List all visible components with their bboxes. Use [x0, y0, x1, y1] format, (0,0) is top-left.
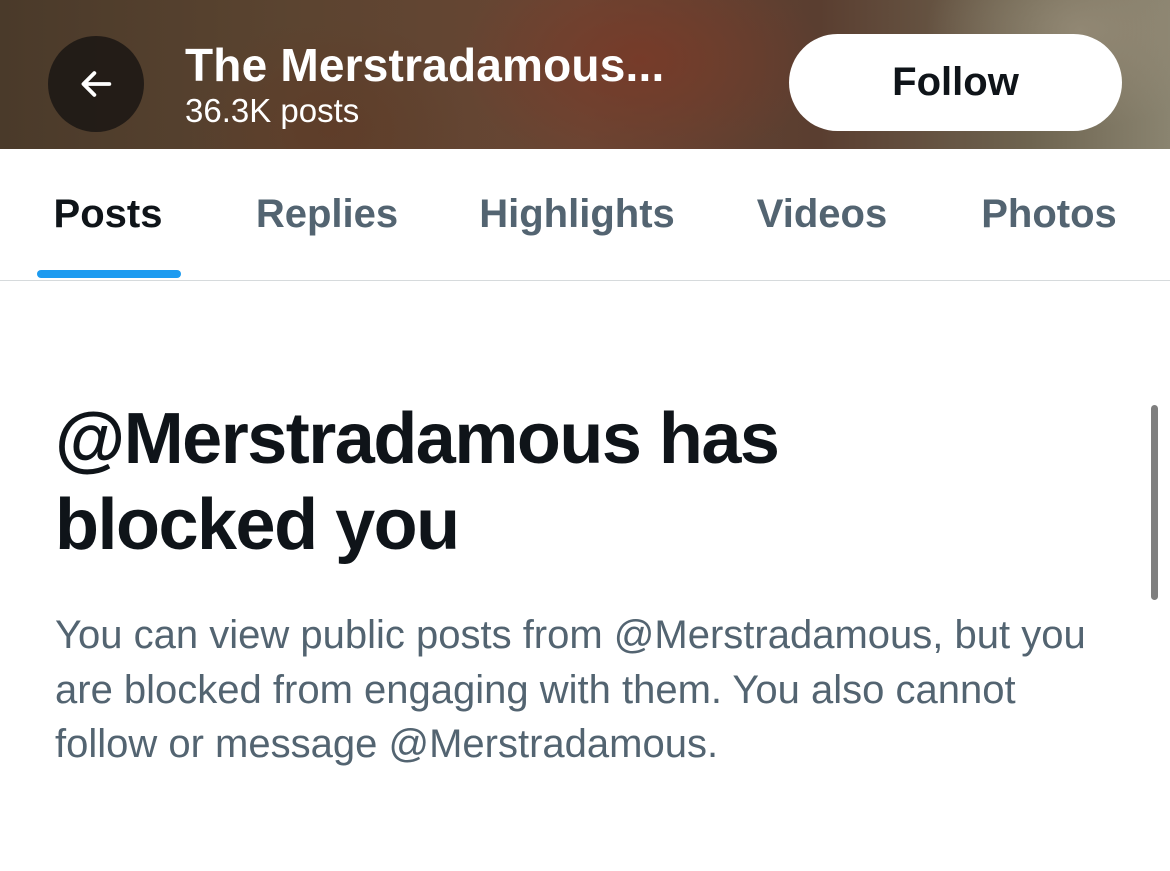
arrow-left-icon — [76, 64, 116, 104]
profile-screen: The Merstradamous... 36.3K posts Follow … — [0, 0, 1170, 871]
profile-name: The Merstradamous... — [185, 39, 665, 91]
tab-posts[interactable]: Posts — [0, 149, 216, 280]
back-button[interactable] — [48, 36, 144, 132]
tab-videos[interactable]: Videos — [716, 149, 928, 280]
post-count: 36.3K posts — [185, 92, 360, 129]
scrollbar[interactable] — [1151, 405, 1158, 600]
profile-title-block: The Merstradamous... 36.3K posts — [185, 38, 664, 129]
active-tab-indicator — [37, 270, 181, 278]
blocked-title: @Merstradamous has blocked you — [55, 399, 780, 565]
profile-tabs: Posts Replies Highlights Videos Photos — [0, 149, 1170, 281]
profile-header-banner: The Merstradamous... 36.3K posts Follow — [0, 0, 1170, 149]
tab-replies[interactable]: Replies — [216, 149, 438, 280]
tab-highlights[interactable]: Highlights — [438, 149, 716, 280]
blocked-description: You can view public posts from @Merstrad… — [55, 613, 1086, 766]
tab-photos[interactable]: Photos — [928, 149, 1170, 280]
follow-button[interactable]: Follow — [789, 34, 1122, 131]
